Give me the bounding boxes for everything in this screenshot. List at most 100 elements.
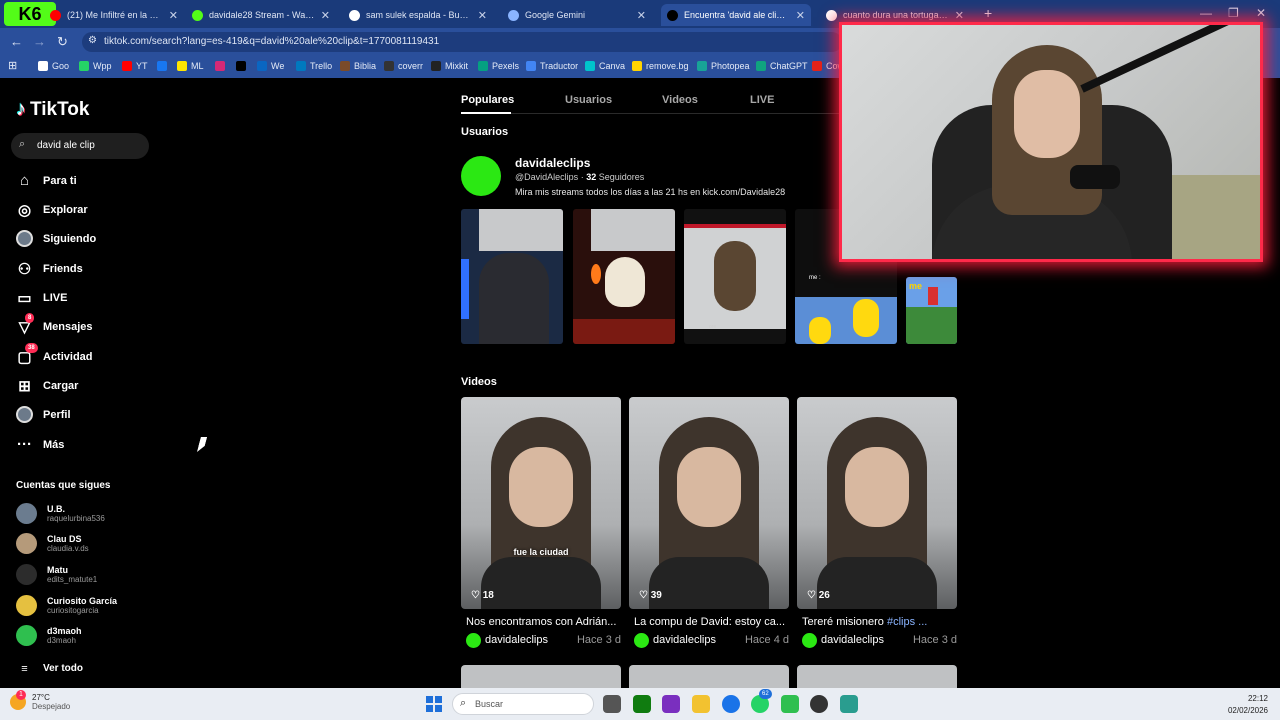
following-account[interactable]: d3maoh d3maoh [16,625,82,646]
weather-sun-icon: 1 [10,690,26,710]
video-author[interactable]: davidaleclips [821,634,913,646]
bookmark-9[interactable]: Trello [296,61,332,71]
bookmark-10[interactable]: Biblia [340,61,376,71]
author-avatar[interactable] [466,632,481,648]
weather-widget[interactable]: 1 27°C Despejado [10,690,70,711]
taskbar-clock[interactable]: 22:12 02/02/2026 [1218,693,1268,717]
sidebar-item-live[interactable]: ▭ LIVE [16,289,67,307]
tab-live[interactable]: LIVE [750,94,774,106]
url-field[interactable]: ⚙ tiktok.com/search?lang=es-419&q=david%… [82,32,842,52]
bookmark-1[interactable]: Goo [38,61,69,71]
tab-close-icon[interactable]: ✕ [955,9,964,22]
bookmark-4[interactable] [157,61,171,71]
video-title[interactable]: Tereré misionero #clips ... [802,616,957,628]
author-avatar[interactable] [634,632,649,648]
task-view-icon[interactable] [603,695,621,713]
bookmark-3[interactable]: YT [122,61,148,71]
video-card-next-1[interactable] [461,665,621,690]
video-author[interactable]: davidaleclips [653,634,745,646]
bookmark-15[interactable]: Canva [585,61,625,71]
bookmark-16[interactable]: remove.bg [632,61,689,71]
video-hashtag[interactable]: #clips ... [887,616,927,628]
minimize-icon[interactable]: — [1200,6,1212,20]
video-title[interactable]: La compu de David: estoy ca... [634,616,789,628]
sidebar-item-friends[interactable]: ⚇ Friends [16,260,83,278]
browser-tab-4[interactable]: Google Gemini ✕ [502,4,652,26]
sidebar-item-messages[interactable]: ▽ 8 Mensajes [16,313,93,336]
sidebar-item-following-avatar[interactable]: Siguiendo [16,230,96,247]
author-avatar[interactable] [802,632,817,648]
tab-videos[interactable]: Videos [662,94,698,106]
search-input[interactable]: ⌕ david ale clip [11,133,149,159]
kick-app-icon[interactable] [781,695,799,713]
sidebar-item-activity[interactable]: ▢ 38 Actividad [16,343,93,366]
tab-close-icon[interactable]: ✕ [321,9,330,22]
bookmark-6[interactable] [215,61,229,71]
video-card[interactable]: fue la ciudad ♡ 18 [461,397,621,609]
bookmark-14[interactable]: Traductor [526,61,578,71]
tab-close-icon[interactable]: ✕ [478,9,487,22]
file-explorer-icon[interactable] [692,695,710,713]
cam-mic-arm [1080,25,1247,93]
sidebar-item-compass[interactable]: ◎ Explorar [16,201,88,219]
back-icon[interactable]: ← [10,34,23,49]
following-account[interactable]: U.B. raquelurbina536 [16,503,105,524]
taskbar-search-input[interactable]: ⌕ Buscar [452,693,594,715]
app-icon[interactable] [662,695,680,713]
forward-icon[interactable]: → [33,34,46,49]
video-card-next-3[interactable] [797,665,957,690]
browser-tab-3[interactable]: sam sulek espalda - Buscar con ✕ [343,4,493,26]
bookmark-2[interactable]: Wpp [79,61,112,71]
bookmark-5[interactable]: ML [177,61,204,71]
bookmark-8[interactable]: We [257,61,284,71]
tab-close-icon[interactable]: ✕ [169,9,178,22]
browser-tab-2[interactable]: davidale28 Stream - Watch Live ✕ [186,4,336,26]
browser-tab-5[interactable]: Encuentra 'david ale clip' en Tik ✕ [661,4,811,26]
tab-populares[interactable]: Populares [461,94,514,106]
sidebar-item-upload[interactable]: ⊞ Cargar [16,377,78,395]
sidebar-item-more[interactable]: ··· Más [16,436,64,453]
bookmark-17[interactable]: Photopea [697,61,750,71]
sidebar-item-home[interactable]: ⌂ Para ti [16,172,77,189]
user-thumb-3[interactable]: ore [684,209,786,344]
user-thumb-5[interactable]: me [906,277,957,344]
video-card-next-2[interactable] [629,665,789,690]
following-account[interactable]: Curiosito García curiositogarcia [16,595,117,616]
user-avatar[interactable] [461,156,501,196]
close-window-icon[interactable]: ✕ [1256,6,1266,20]
video-card[interactable]: ♡ 26 [797,397,957,609]
new-tab-button[interactable]: + [984,5,992,21]
following-account[interactable]: Matu edits_matute1 [16,564,97,585]
reload-icon[interactable]: ↻ [57,34,68,50]
obs-icon[interactable] [810,695,828,713]
video-title[interactable]: Nos encontramos con Adrián... [466,616,621,628]
apps-grid-icon[interactable]: ⊞ [8,59,17,72]
following-account[interactable]: Clau DS claudia.v.ds [16,533,89,554]
user-thumb-1[interactable] [461,209,563,344]
whatsapp-icon[interactable]: 62 [751,689,772,713]
bookmark-18[interactable]: ChatGPT [756,61,808,71]
tab-close-icon[interactable]: ✕ [796,9,805,22]
user-name[interactable]: davidaleclips [515,156,590,170]
site-settings-icon[interactable]: ⚙ [88,35,97,46]
tiktok-logo[interactable]: ♪ TikTok [16,98,89,121]
video-card[interactable]: ♡ 39 [629,397,789,609]
tab-close-icon[interactable]: ✕ [637,9,646,22]
tab-usuarios[interactable]: Usuarios [565,94,612,106]
xbox-icon[interactable] [633,695,651,713]
video-author[interactable]: davidaleclips [485,634,577,646]
bookmark-7[interactable] [236,61,250,71]
windows-start-icon[interactable] [426,696,442,712]
bookmark-favicon-icon [296,61,306,71]
notification-badge: 8 [25,313,35,323]
bookmark-11[interactable]: coverr [384,61,423,71]
chrome-icon[interactable] [722,695,740,713]
browser-tab-1[interactable]: (21) Me Infiltré en la Comunid ✕ [44,4,184,26]
bookmark-13[interactable]: Pexels [478,61,519,71]
see-all-following-link[interactable]: ≡ Ver todo [16,660,83,677]
notepad-icon[interactable] [840,695,858,713]
user-thumb-2[interactable] [573,209,675,344]
maximize-icon[interactable]: ❐ [1228,6,1239,20]
bookmark-12[interactable]: Mixkit [431,61,468,71]
sidebar-item-profile[interactable]: Perfil [16,406,71,423]
